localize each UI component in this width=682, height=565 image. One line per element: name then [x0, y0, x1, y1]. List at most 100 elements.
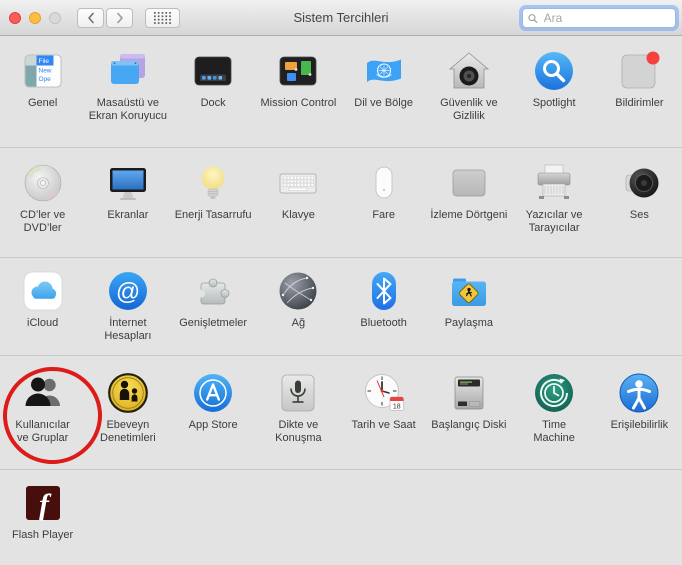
- pref-label: Time Machine: [533, 419, 575, 444]
- prefs-row-5: f Flash Player: [0, 470, 682, 565]
- security-house-icon: [448, 50, 490, 92]
- svg-text:@: @: [116, 279, 140, 306]
- pref-ag[interactable]: Ağ: [256, 270, 341, 355]
- pref-label: iCloud: [27, 317, 59, 329]
- pref-label: Dikte ve Konuşma: [275, 419, 322, 444]
- pref-ekranlar[interactable]: Ekranlar: [85, 162, 170, 257]
- pref-label: Flash Player: [12, 529, 74, 541]
- extensions-puzzle-icon: [192, 270, 234, 312]
- pref-label: Güvenlik ve Gizlilik: [440, 97, 498, 122]
- pref-label: Bluetooth: [360, 317, 407, 329]
- pref-label: Genel: [27, 97, 58, 109]
- pref-label: CD’ler ve DVD’ler: [20, 209, 66, 234]
- language-flag-icon: [363, 50, 405, 92]
- pref-tarih-ve-saat[interactable]: 18 Tarih ve Saat: [341, 372, 426, 469]
- printer-icon: [533, 162, 575, 204]
- pref-genel[interactable]: File New Ope Genel: [0, 50, 85, 147]
- trackpad-icon: [448, 162, 490, 204]
- startup-disk-icon: [448, 372, 490, 414]
- displays-icon: [107, 162, 149, 204]
- energy-saver-bulb-icon: [192, 162, 234, 204]
- svg-text:Ope: Ope: [38, 76, 51, 83]
- mouse-icon: [363, 162, 405, 204]
- icloud-icon: [22, 270, 64, 312]
- date-time-clock-icon: 18: [363, 372, 405, 414]
- title-bar: Sistem Tercihleri: [0, 0, 682, 36]
- chevron-right-icon: [116, 12, 123, 23]
- pref-time-machine[interactable]: Time Machine: [512, 372, 597, 469]
- minimize-button[interactable]: [29, 11, 41, 24]
- pref-app-store[interactable]: App Store: [171, 372, 256, 469]
- pref-label: Dil ve Bölge: [354, 97, 413, 109]
- accessibility-icon: [618, 372, 660, 414]
- dock-icon: [192, 50, 234, 92]
- prefs-row-4: Kullanıcılar ve Gruplar Ebeveyn Denetiml…: [0, 356, 682, 470]
- pref-label: Yazıcılar ve Tarayıcılar: [525, 209, 583, 234]
- pref-fare[interactable]: Fare: [341, 162, 426, 257]
- back-button[interactable]: [77, 7, 104, 28]
- pref-bildirimler[interactable]: Bildirimler: [597, 50, 682, 147]
- pref-label: App Store: [188, 419, 238, 431]
- cd-dvd-icon: [22, 162, 64, 204]
- show-all-button[interactable]: [145, 7, 180, 28]
- preference-panes: File New Ope Genel Masaüstü ve Ekran Kor…: [0, 36, 682, 565]
- svg-text:File: File: [38, 58, 49, 65]
- search-icon: [528, 13, 538, 23]
- pref-paylasma[interactable]: Paylaşma: [426, 270, 511, 355]
- pref-label: Genişletmeler: [179, 317, 248, 329]
- flash-player-icon: f: [22, 482, 64, 524]
- pref-yazicilar-ve-tarayicilar[interactable]: Yazıcılar ve Tarayıcılar: [512, 162, 597, 257]
- time-machine-icon: [533, 372, 575, 414]
- pref-label: Erişilebilirlik: [610, 419, 669, 431]
- pref-dikte-ve-konusma[interactable]: Dikte ve Konuşma: [256, 372, 341, 469]
- pref-spotlight[interactable]: Spotlight: [512, 50, 597, 147]
- search-input[interactable]: [541, 10, 670, 26]
- nav-buttons: [77, 7, 133, 28]
- pref-label: Ağ: [291, 317, 306, 329]
- notifications-icon: [618, 50, 660, 92]
- pref-enerji-tasarrufu[interactable]: Enerji Tasarrufu: [171, 162, 256, 257]
- pref-bluetooth[interactable]: Bluetooth: [341, 270, 426, 355]
- pref-mission-control[interactable]: Mission Control: [256, 50, 341, 147]
- close-button[interactable]: [9, 11, 21, 24]
- pref-izleme-dortgeni[interactable]: İzleme Dörtgeni: [426, 162, 511, 257]
- zoom-button-disabled: [49, 11, 61, 24]
- pref-guvenlik-ve-gizlilik[interactable]: Güvenlik ve Gizlilik: [426, 50, 511, 147]
- window-controls: [9, 11, 61, 24]
- pref-label: Fare: [372, 209, 395, 221]
- spotlight-icon: [533, 50, 575, 92]
- pref-baslangic-diski[interactable]: Başlangıç Diski: [426, 372, 511, 469]
- forward-button[interactable]: [106, 7, 133, 28]
- svg-text:New: New: [38, 68, 51, 75]
- pref-label: Klavye: [281, 209, 315, 221]
- pref-label: Mission Control: [260, 97, 337, 109]
- pref-label: Tarih ve Saat: [351, 419, 416, 431]
- pref-cdler-ve-dvdler[interactable]: CD’ler ve DVD’ler: [0, 162, 85, 257]
- pref-ebeveyn-denetimleri[interactable]: Ebeveyn Denetimleri: [85, 372, 170, 469]
- pref-dil-ve-bolge[interactable]: Dil ve Bölge: [341, 50, 426, 147]
- search-field[interactable]: [522, 8, 676, 28]
- app-store-icon: [192, 372, 234, 414]
- pref-label: Paylaşma: [444, 317, 494, 329]
- pref-erisilebilirlik[interactable]: Erişilebilirlik: [597, 372, 682, 469]
- pref-label: Bildirimler: [615, 97, 664, 109]
- pref-kullanicilar-ve-gruplar[interactable]: Kullanıcılar ve Gruplar: [0, 372, 85, 469]
- pref-flash-player[interactable]: f Flash Player: [0, 482, 85, 565]
- network-globe-icon: [277, 270, 319, 312]
- pref-masaustu-ekran-koruyucu[interactable]: Masaüstü ve Ekran Koruyucu: [85, 50, 170, 147]
- pref-klavye[interactable]: Klavye: [256, 162, 341, 257]
- pref-internet-hesaplari[interactable]: @ İnternet Hesapları: [85, 270, 170, 355]
- pref-icloud[interactable]: iCloud: [0, 270, 85, 355]
- bluetooth-icon: [363, 270, 405, 312]
- pref-label: Masaüstü ve Ekran Koruyucu: [88, 97, 167, 122]
- pref-genisletmeler[interactable]: Genişletmeler: [171, 270, 256, 355]
- pref-label: Kullanıcılar ve Gruplar: [15, 419, 70, 444]
- users-groups-icon: [22, 372, 64, 414]
- pref-ses[interactable]: Ses: [597, 162, 682, 257]
- pref-label: Dock: [200, 97, 226, 109]
- pref-dock[interactable]: Dock: [171, 50, 256, 147]
- pref-label: Ses: [629, 209, 649, 221]
- window-title: Sistem Tercihleri: [293, 10, 389, 25]
- grid-icon: [154, 11, 171, 24]
- pref-label: Enerji Tasarrufu: [174, 209, 252, 221]
